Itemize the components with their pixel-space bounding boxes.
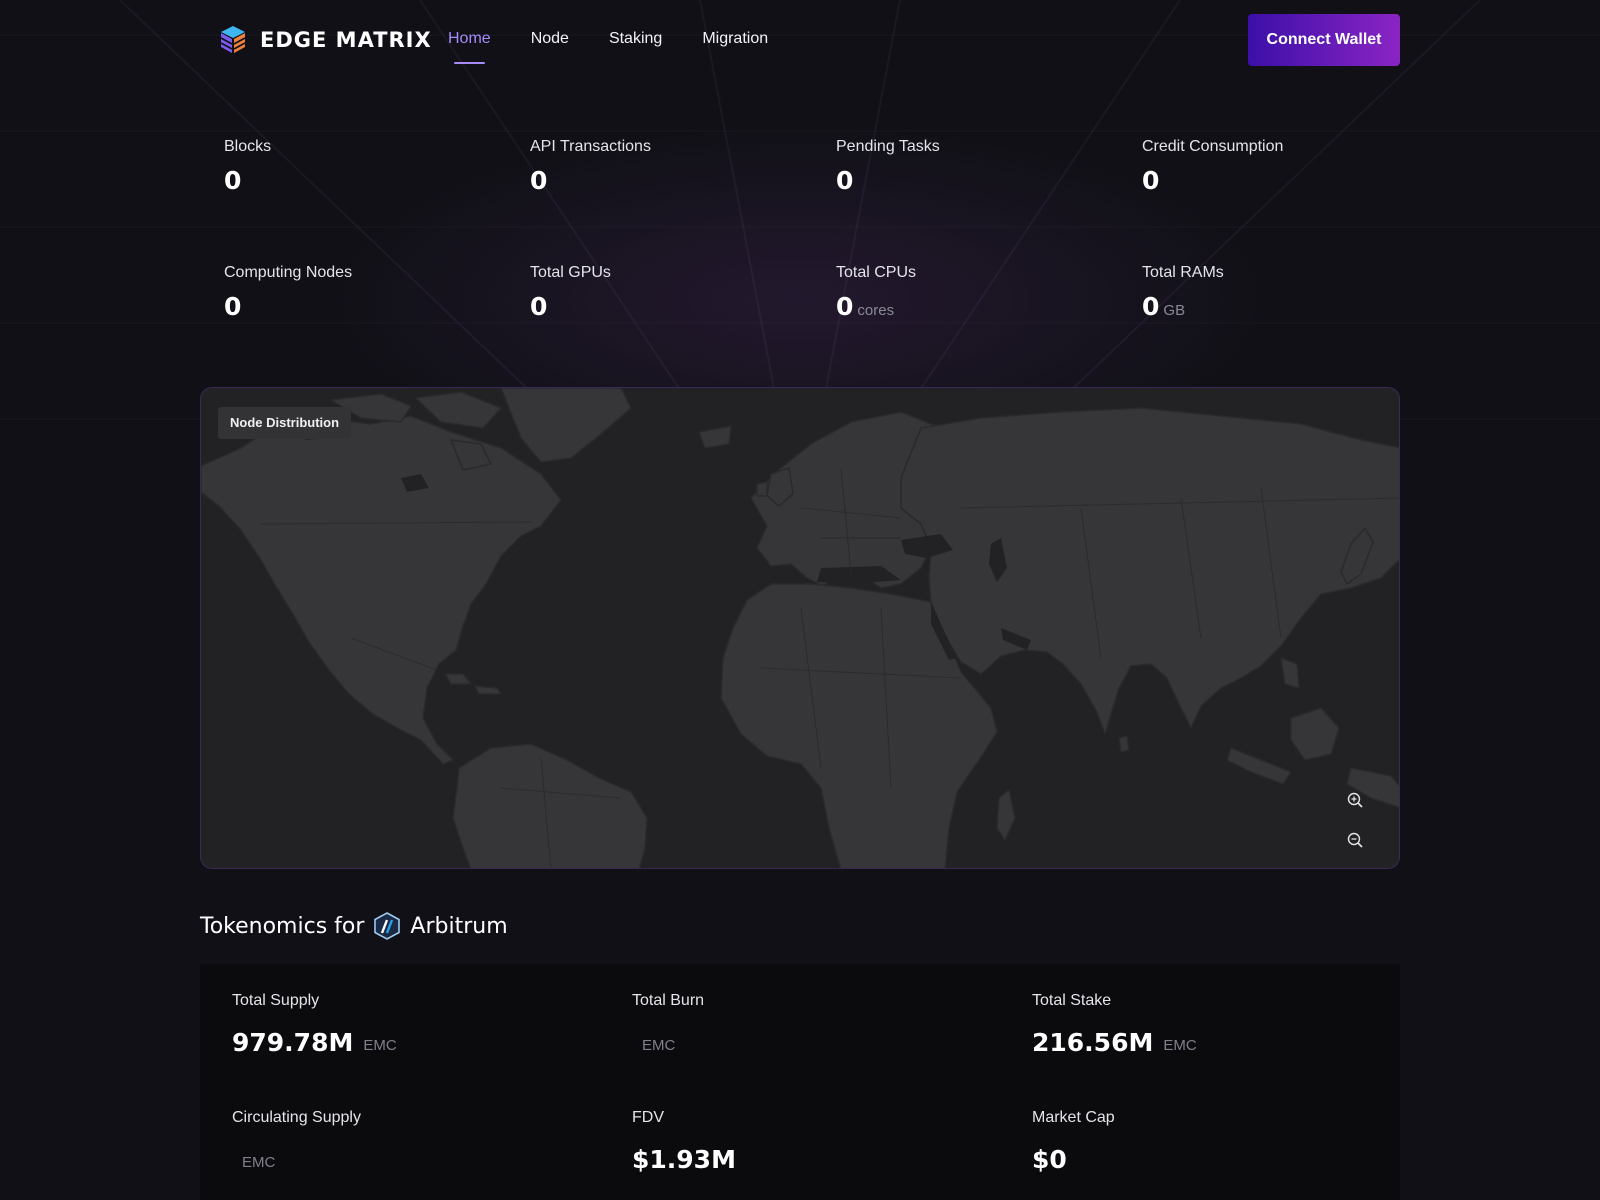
stat-label: Total RAMs [1142,264,1224,281]
tokenomics-title-prefix: Tokenomics for [200,913,365,939]
tokenomics-unit: EMC [363,1037,397,1054]
main-nav: Home Node Staking Migration [448,30,768,64]
tokenomics-number: $0 [1032,1145,1067,1174]
nav-staking[interactable]: Staking [609,30,662,64]
stat-value: 0 [224,166,242,195]
stat-label: API Transactions [530,138,651,155]
tokenomics-panel: Total Supply 979.78M EMC Total Burn EMC … [200,964,1400,1200]
stat-label: Credit Consumption [1142,138,1284,155]
tokenomics-label: Total Supply [232,992,320,1009]
stat-pending-tasks: Pending Tasks 0 [836,138,1116,195]
stat-value: 0 [1142,166,1160,195]
tokenomics-label: Total Burn [632,992,705,1009]
tokenomics-label: Total Stake [1032,992,1112,1009]
stat-total-cpus: Total CPUs 0 cores [836,264,1116,321]
nav-home[interactable]: Home [448,30,491,64]
north-america [201,415,562,765]
stat-total-rams: Total RAMs 0 GB [1142,264,1422,321]
stat-value: 0 [530,166,548,195]
tokenomics-circulating-supply: Circulating Supply EMC [232,1109,592,1175]
stat-computing-nodes: Computing Nodes 0 [224,264,504,321]
tokenomics-total-stake: Total Stake 216.56M EMC [1032,992,1392,1058]
tokenomics-value: EMC [632,1024,992,1058]
stat-value: 0 GB [1142,292,1186,321]
world-map [201,388,1399,868]
node-distribution-label: Node Distribution [218,407,352,439]
stat-label: Total GPUs [530,264,611,281]
tokenomics-network: Arbitrum [410,913,508,939]
node-distribution-map[interactable]: Node Distribution [200,387,1400,869]
stat-label: Computing Nodes [224,264,353,281]
tokenomics-total-supply: Total Supply 979.78M EMC [232,992,592,1058]
tokenomics-value: $1.93M [632,1141,992,1175]
connect-wallet-button[interactable]: Connect Wallet [1248,14,1400,66]
stat-unit: cores [857,302,895,319]
stat-value: 0 cores [836,292,895,321]
nav-migration[interactable]: Migration [702,30,768,64]
stat-unit: GB [1163,302,1186,319]
stat-value: 0 [224,292,242,321]
tokenomics-value: EMC [232,1141,592,1175]
brand-name: EDGE MATRIX [260,28,432,52]
tokenomics-label: Circulating Supply [232,1109,361,1126]
tokenomics-value: $0 [1032,1141,1392,1175]
tokenomics-fdv: FDV $1.93M [632,1109,992,1175]
brand-logo[interactable]: EDGE MATRIX [218,24,432,56]
zoom-out-icon[interactable] [1345,830,1365,850]
asia [900,407,1399,735]
tokenomics-market-cap: Market Cap $0 [1032,1109,1392,1175]
stat-value: 0 [836,166,854,195]
stat-api-transactions: API Transactions 0 [530,138,810,195]
stat-credit-consumption: Credit Consumption 0 [1142,138,1422,195]
tokenomics-number: 979.78M [232,1028,354,1057]
tokenomics-value: 216.56M EMC [1032,1024,1392,1058]
tokenomics-value: 979.78M EMC [232,1024,592,1058]
stat-blocks: Blocks 0 [224,138,504,195]
top-header: EDGE MATRIX Home Node Staking Migration … [200,0,1400,78]
stat-label: Total CPUs [836,264,917,281]
cube-logo-icon [220,26,246,53]
tokenomics-unit: EMC [1163,1037,1197,1054]
tokenomics-number: $1.93M [632,1145,736,1174]
tokenomics-total-burn: Total Burn EMC [632,992,992,1058]
stat-label: Pending Tasks [836,138,940,155]
tokenomics-unit: EMC [642,1037,676,1054]
nav-node[interactable]: Node [531,30,569,64]
tokenomics-label: FDV [632,1109,664,1126]
stat-total-gpus: Total GPUs 0 [530,264,810,321]
zoom-in-icon[interactable] [1345,790,1365,810]
arbitrum-logo-icon [374,912,401,940]
stat-label: Blocks [224,138,272,155]
stat-value: 0 [530,292,548,321]
south-america [452,743,648,868]
tokenomics-number: 216.56M [1032,1028,1154,1057]
tokenomics-title: Tokenomics for Arbitrum [200,912,508,940]
tokenomics-unit: EMC [242,1154,276,1171]
tokenomics-label: Market Cap [1032,1109,1115,1126]
